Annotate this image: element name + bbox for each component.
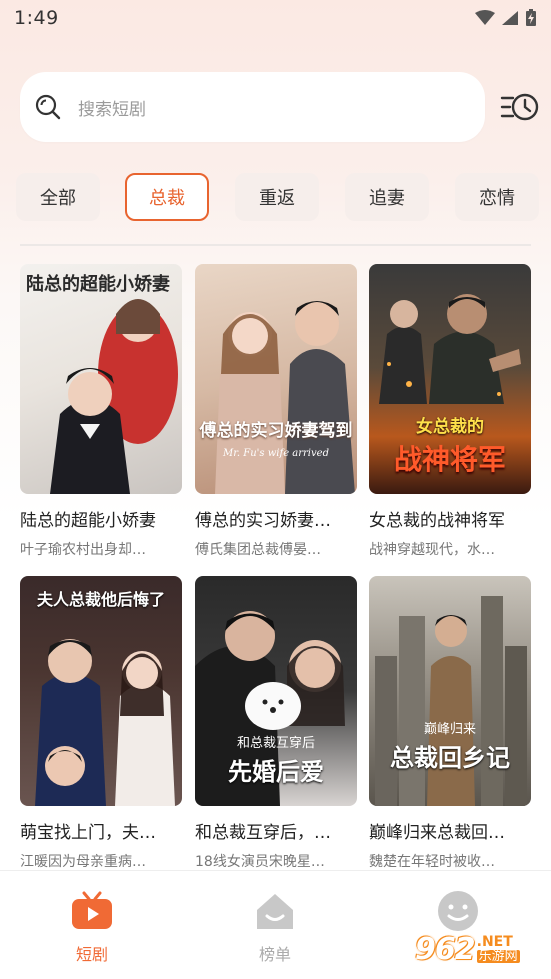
divider [20, 244, 531, 246]
tab-label: 追妻 [369, 188, 405, 209]
drama-title: 和总裁互穿后，… [195, 823, 331, 843]
drama-description: 傅氏集团总裁傅晏… [195, 542, 321, 558]
poster-figures [215, 301, 355, 494]
drama-description: 江暖因为母亲重病… [20, 854, 146, 870]
tab-label: 全部 [40, 188, 76, 209]
drama-title: 陆总的超能小娇妻 [20, 511, 156, 531]
watch-history-button[interactable] [500, 90, 540, 124]
drama-poster[interactable]: 女总裁的 战神将军 [369, 264, 531, 494]
drama-card[interactable]: 女总裁的 战神将军 女总裁的战神将军 战神穿越现代，水… [369, 264, 531, 559]
drama-card[interactable]: 夫人总裁他后悔了 萌宝找上门，夫… 江暖因为母亲重病… [20, 576, 182, 871]
nav-item-ranking[interactable]: 榜单 [215, 889, 335, 965]
tab-label: 总裁 [149, 188, 185, 209]
drama-card[interactable]: 傅总的实习娇妻驾到 Mr. Fu's wife arrived 傅总的实习娇妻…… [195, 264, 357, 559]
drama-poster[interactable]: 陆总的超能小娇妻 [20, 264, 182, 494]
poster-title: 先婚后爱 [228, 757, 324, 786]
category-tabs: 全部 总裁 重返 追妻 恋情 [16, 173, 551, 221]
nav-label: 榜单 [258, 945, 291, 964]
drama-card[interactable]: 和总裁互穿后 先婚后爱 和总裁互穿后，… 18线女演员宋晚星… [195, 576, 357, 871]
drama-poster[interactable]: 和总裁互穿后 先婚后爱 [195, 576, 357, 806]
drama-title: 萌宝找上门，夫… [20, 823, 156, 843]
nav-item-drama[interactable]: 短剧 [32, 889, 152, 965]
poster-figures [50, 299, 178, 494]
poster-title: 陆总的超能小娇妻 [26, 274, 170, 295]
poster-subtitle: Mr. Fu's wife arrived [223, 448, 329, 459]
tv-icon [32, 889, 152, 933]
house-icon [215, 889, 335, 933]
tab-label: 重返 [259, 188, 295, 209]
poster-subtitle: 巅峰归来 [423, 722, 476, 737]
nav-label: 短剧 [75, 945, 108, 964]
tab-chase-wife[interactable]: 追妻 [345, 173, 429, 221]
poster-title: 战神将军 [393, 443, 506, 476]
drama-card[interactable]: 巅峰归来 总裁回乡记 巅峰归来总裁回… 魏楚在年轻时被收… [369, 576, 531, 871]
tab-ceo[interactable]: 总裁 [125, 173, 209, 221]
poster-figures [35, 639, 175, 806]
search-row: 搜索短剧 [20, 72, 545, 142]
battery-icon [526, 9, 536, 26]
search-input[interactable]: 搜索短剧 [20, 72, 485, 142]
status-time: 1:49 [14, 7, 59, 29]
watermark-site: 乐游网 [476, 948, 520, 964]
drama-title: 女总裁的战神将军 [369, 511, 505, 531]
status-icons [475, 9, 537, 27]
status-bar: 1:49 [0, 0, 551, 36]
tab-label: 恋情 [479, 188, 515, 209]
poster-title: 总裁回乡记 [390, 743, 510, 772]
poster-title: 傅总的实习娇妻驾到 [199, 421, 353, 441]
poster-title: 夫人总裁他后悔了 [36, 590, 165, 609]
drama-poster[interactable]: 夫人总裁他后悔了 [20, 576, 182, 806]
watermark-side: .NET 乐游网 [476, 933, 520, 964]
history-icon [500, 93, 539, 121]
tab-romance[interactable]: 恋情 [455, 173, 539, 221]
poster-subtitle: 女总裁的 [416, 417, 484, 437]
drama-description: 18线女演员宋晚星… [195, 854, 325, 870]
drama-card[interactable]: 陆总的超能小娇妻 陆总的超能小娇妻 叶子瑜农村出身却… [20, 264, 182, 559]
poster-subtitle: 和总裁互穿后 [236, 736, 315, 751]
drama-poster[interactable]: 傅总的实习娇妻驾到 Mr. Fu's wife arrived [195, 264, 357, 494]
drama-description: 战神穿越现代，水… [369, 542, 495, 558]
drama-title: 傅总的实习娇妻… [195, 511, 331, 531]
drama-title: 巅峰归来总裁回… [369, 823, 505, 843]
drama-poster[interactable]: 巅峰归来 总裁回乡记 [369, 576, 531, 806]
watermark: 962 .NET 乐游网 [415, 924, 547, 974]
wifi-icon [475, 10, 495, 25]
tab-all[interactable]: 全部 [16, 173, 100, 221]
drama-description: 魏楚在年轻时被收… [369, 854, 495, 870]
search-icon [34, 93, 62, 121]
tab-return[interactable]: 重返 [235, 173, 319, 221]
signal-icon [502, 11, 518, 25]
drama-description: 叶子瑜农村出身却… [20, 542, 146, 558]
watermark-net: .NET [476, 933, 513, 950]
search-placeholder: 搜索短剧 [78, 99, 146, 120]
watermark-number: 962 [415, 931, 476, 967]
